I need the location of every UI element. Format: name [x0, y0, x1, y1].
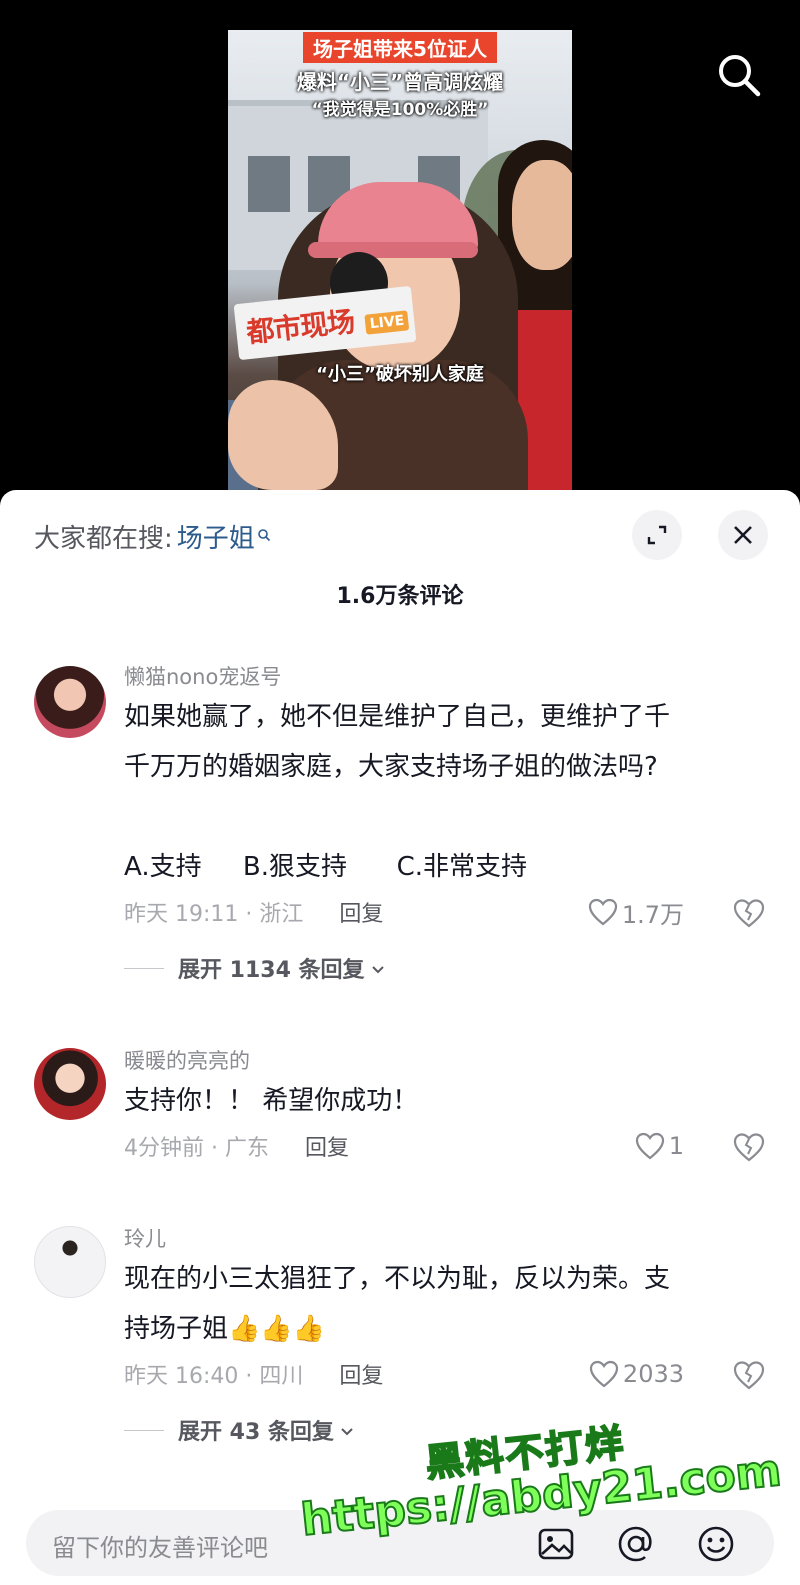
- broken-heart-icon: [733, 1133, 765, 1162]
- video-subtitle: “小三”破坏别人家庭: [316, 364, 484, 385]
- comment-time-location: 昨天 16:40 · 四川: [124, 1364, 304, 1389]
- expand-replies-button[interactable]: 展开 1134 条回复: [124, 948, 766, 988]
- avatar[interactable]: [34, 666, 106, 738]
- image-icon[interactable]: [536, 1524, 576, 1564]
- mic-live-badge: LIVE: [364, 310, 410, 335]
- heart-icon: [635, 1132, 664, 1160]
- comment-text-line: 千万万的婚姻家庭，大家支持场子姐的做法吗?: [124, 752, 658, 782]
- heart-icon: [589, 1360, 619, 1388]
- broken-heart-icon: [733, 1361, 765, 1390]
- avatar[interactable]: [34, 1048, 106, 1120]
- headline-line-1: 场子姐带来5位证人: [303, 32, 497, 63]
- dislike-button[interactable]: [732, 896, 766, 930]
- comment-author[interactable]: 暖暖的亮亮的: [124, 1046, 766, 1076]
- headline-line-2: 爆料“小三”曾高调炫耀: [296, 70, 504, 94]
- comment-text-line: A.支持 B.狠支持 C.非常支持: [124, 852, 528, 882]
- reply-button[interactable]: 回复: [305, 1130, 349, 1162]
- hot-search-bar[interactable]: 大家都在搜: 场子姐: [34, 516, 271, 556]
- comment-text-line: 如果她赢了，她不但是维护了自己，更维护了千: [124, 702, 671, 732]
- small-search-icon: [257, 527, 271, 546]
- comment-author[interactable]: 懒猫nono宠返号: [124, 662, 766, 692]
- headline-line-3: “我觉得是100%必胜”: [311, 100, 489, 120]
- like-button[interactable]: 1: [635, 1126, 684, 1166]
- comment-meta: 昨天 16:40 · 四川 回复 2033: [124, 1354, 766, 1394]
- like-button[interactable]: 1.7万: [588, 892, 684, 932]
- comment-panel: 大家都在搜: 场子姐 1.6万条评论 懒猫nono宠返号 如果她赢了，她不但是维…: [0, 490, 800, 1585]
- broken-heart-icon: [733, 899, 765, 928]
- comment-text-line: 支持你！！ 希望你成功！: [124, 1086, 419, 1116]
- dislike-button[interactable]: [732, 1130, 766, 1164]
- comment-meta: 昨天 19:11 · 浙江 回复 1.7万: [124, 892, 766, 932]
- expand-replies-label: 展开 43 条回复: [178, 1420, 334, 1445]
- like-count: 1.7万: [621, 900, 684, 929]
- video-frame: 都市现场 LIVE 场子姐带来5位证人 爆料“小三”曾高调炫耀 “我觉得是100…: [228, 30, 572, 490]
- comment-meta: 4分钟前 · 广东 回复 1: [124, 1126, 766, 1166]
- chevron-down-icon: [340, 1418, 354, 1443]
- like-button[interactable]: 2033: [589, 1354, 684, 1394]
- dislike-button[interactable]: [732, 1358, 766, 1392]
- mic-brand-text: 都市现场: [244, 305, 356, 350]
- at-mention-icon[interactable]: [616, 1524, 656, 1564]
- hot-search-term[interactable]: 场子姐: [177, 518, 255, 555]
- hot-search-label: 大家都在搜:: [34, 523, 173, 554]
- heart-icon: [588, 898, 617, 926]
- close-panel-button[interactable]: [718, 510, 768, 560]
- expand-panel-button[interactable]: [632, 510, 682, 560]
- comment-time-location: 4分钟前 · 广东: [124, 1136, 269, 1161]
- search-icon[interactable]: [716, 52, 762, 98]
- video-headline: 场子姐带来5位证人 爆料“小三”曾高调炫耀 “我觉得是100%必胜”: [228, 32, 572, 120]
- reply-button[interactable]: 回复: [339, 1358, 383, 1390]
- like-count: 2033: [622, 1360, 684, 1388]
- comment-author[interactable]: 玲儿: [124, 1224, 766, 1254]
- comment-count: 1.6万条评论: [336, 584, 464, 609]
- comment-time-location: 昨天 19:11 · 浙江: [124, 902, 304, 927]
- video-player[interactable]: 都市现场 LIVE 场子姐带来5位证人 爆料“小三”曾高调炫耀 “我觉得是100…: [0, 0, 800, 500]
- expand-replies-label: 展开 1134 条回复: [178, 958, 365, 983]
- comment-text-line: [124, 792, 766, 842]
- avatar[interactable]: [34, 1226, 106, 1298]
- reply-button[interactable]: 回复: [339, 896, 383, 928]
- chevron-down-icon: [371, 956, 385, 981]
- close-icon: [734, 526, 752, 544]
- like-count: 1: [668, 1132, 684, 1160]
- expand-icon: [647, 525, 667, 545]
- comment-text-line: 持场子姐👍👍👍: [124, 1314, 326, 1344]
- emoji-icon[interactable]: [696, 1524, 736, 1564]
- comment-text-line: 现在的小三太猖狂了，不以为耻，反以为荣。支: [124, 1264, 671, 1294]
- comment-input-placeholder[interactable]: 留下你的友善评论吧: [52, 1528, 268, 1563]
